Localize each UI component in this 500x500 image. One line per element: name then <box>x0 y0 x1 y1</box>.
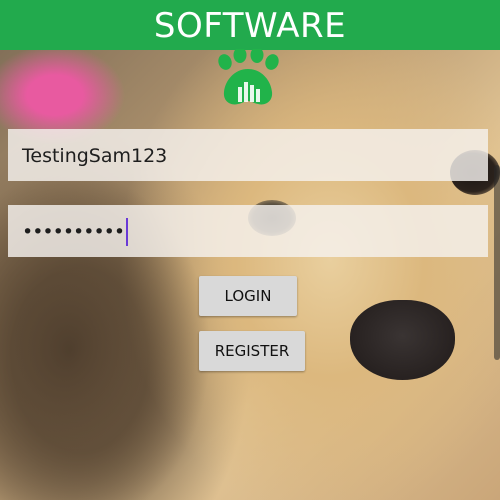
edge-scroll-handle[interactable] <box>494 165 500 360</box>
register-button[interactable]: REGISTER <box>199 331 305 371</box>
password-field[interactable]: •••••••••• <box>8 205 488 257</box>
app-header: SOFTWARE <box>0 0 500 50</box>
username-value: TestingSam123 <box>22 145 168 167</box>
text-caret <box>126 217 129 246</box>
app-title: SOFTWARE <box>153 6 347 46</box>
paw-icon <box>218 49 279 105</box>
password-masked-value: •••••••••• <box>22 220 125 243</box>
username-field[interactable]: TestingSam123 <box>8 129 488 181</box>
login-button[interactable]: LOGIN <box>199 276 297 316</box>
puppy-nose <box>350 300 455 380</box>
login-screen: SOFTWARE TestingSam123 •••••••••• LOGIN … <box>0 0 500 500</box>
